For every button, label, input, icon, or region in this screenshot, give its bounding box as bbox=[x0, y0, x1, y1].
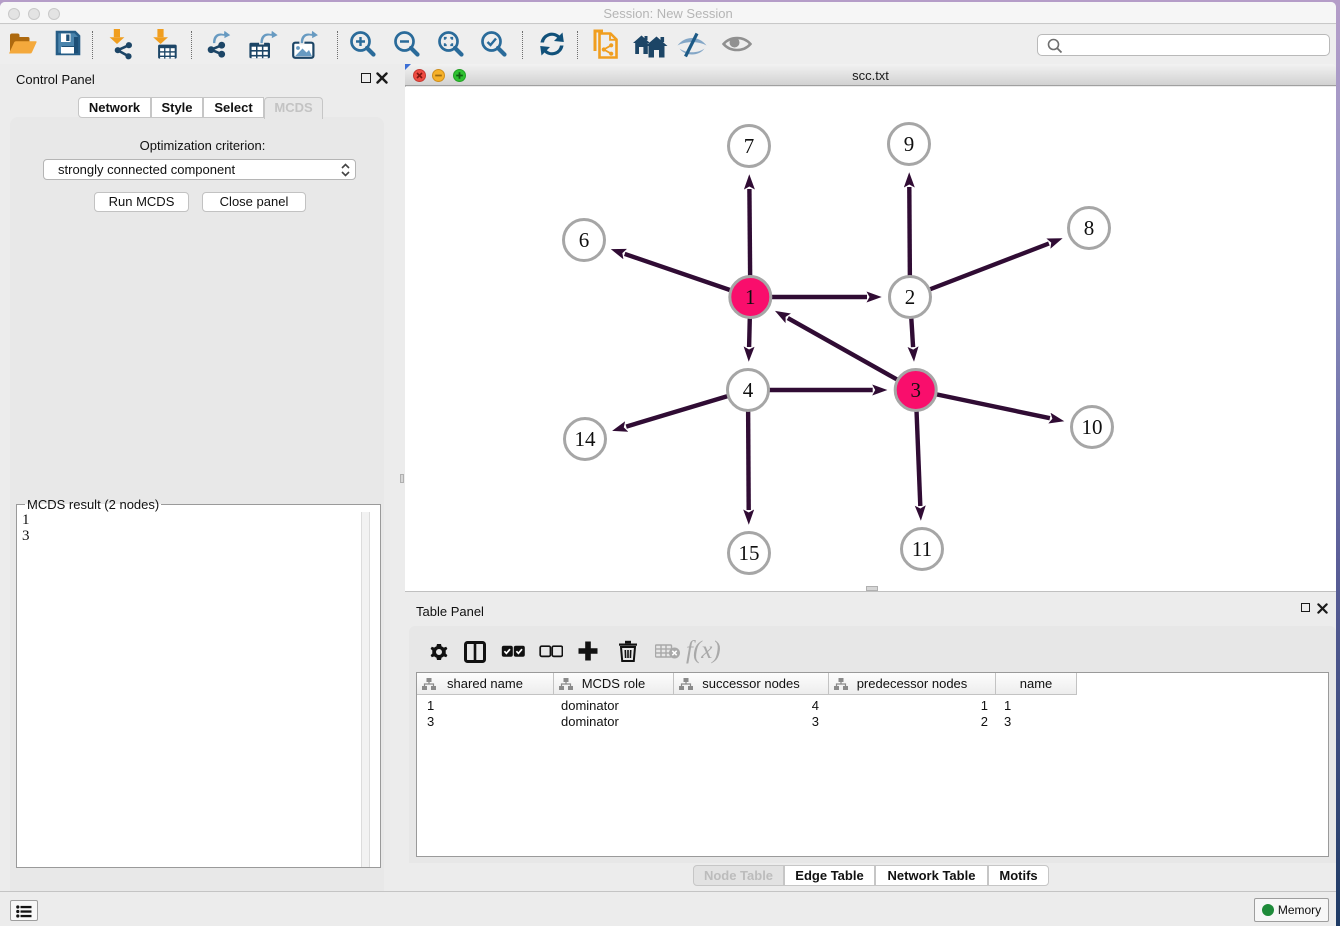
svg-text:14: 14 bbox=[575, 427, 597, 451]
svg-text:1: 1 bbox=[745, 285, 756, 309]
svg-text:11: 11 bbox=[912, 537, 932, 561]
svg-text:9: 9 bbox=[904, 132, 915, 156]
svg-text:3: 3 bbox=[910, 378, 921, 402]
svg-text:4: 4 bbox=[743, 378, 754, 402]
svg-text:6: 6 bbox=[579, 228, 590, 252]
svg-text:7: 7 bbox=[744, 134, 755, 158]
svg-text:10: 10 bbox=[1082, 415, 1103, 439]
svg-text:8: 8 bbox=[1084, 216, 1095, 240]
svg-text:15: 15 bbox=[739, 541, 760, 565]
svg-text:2: 2 bbox=[905, 285, 916, 309]
